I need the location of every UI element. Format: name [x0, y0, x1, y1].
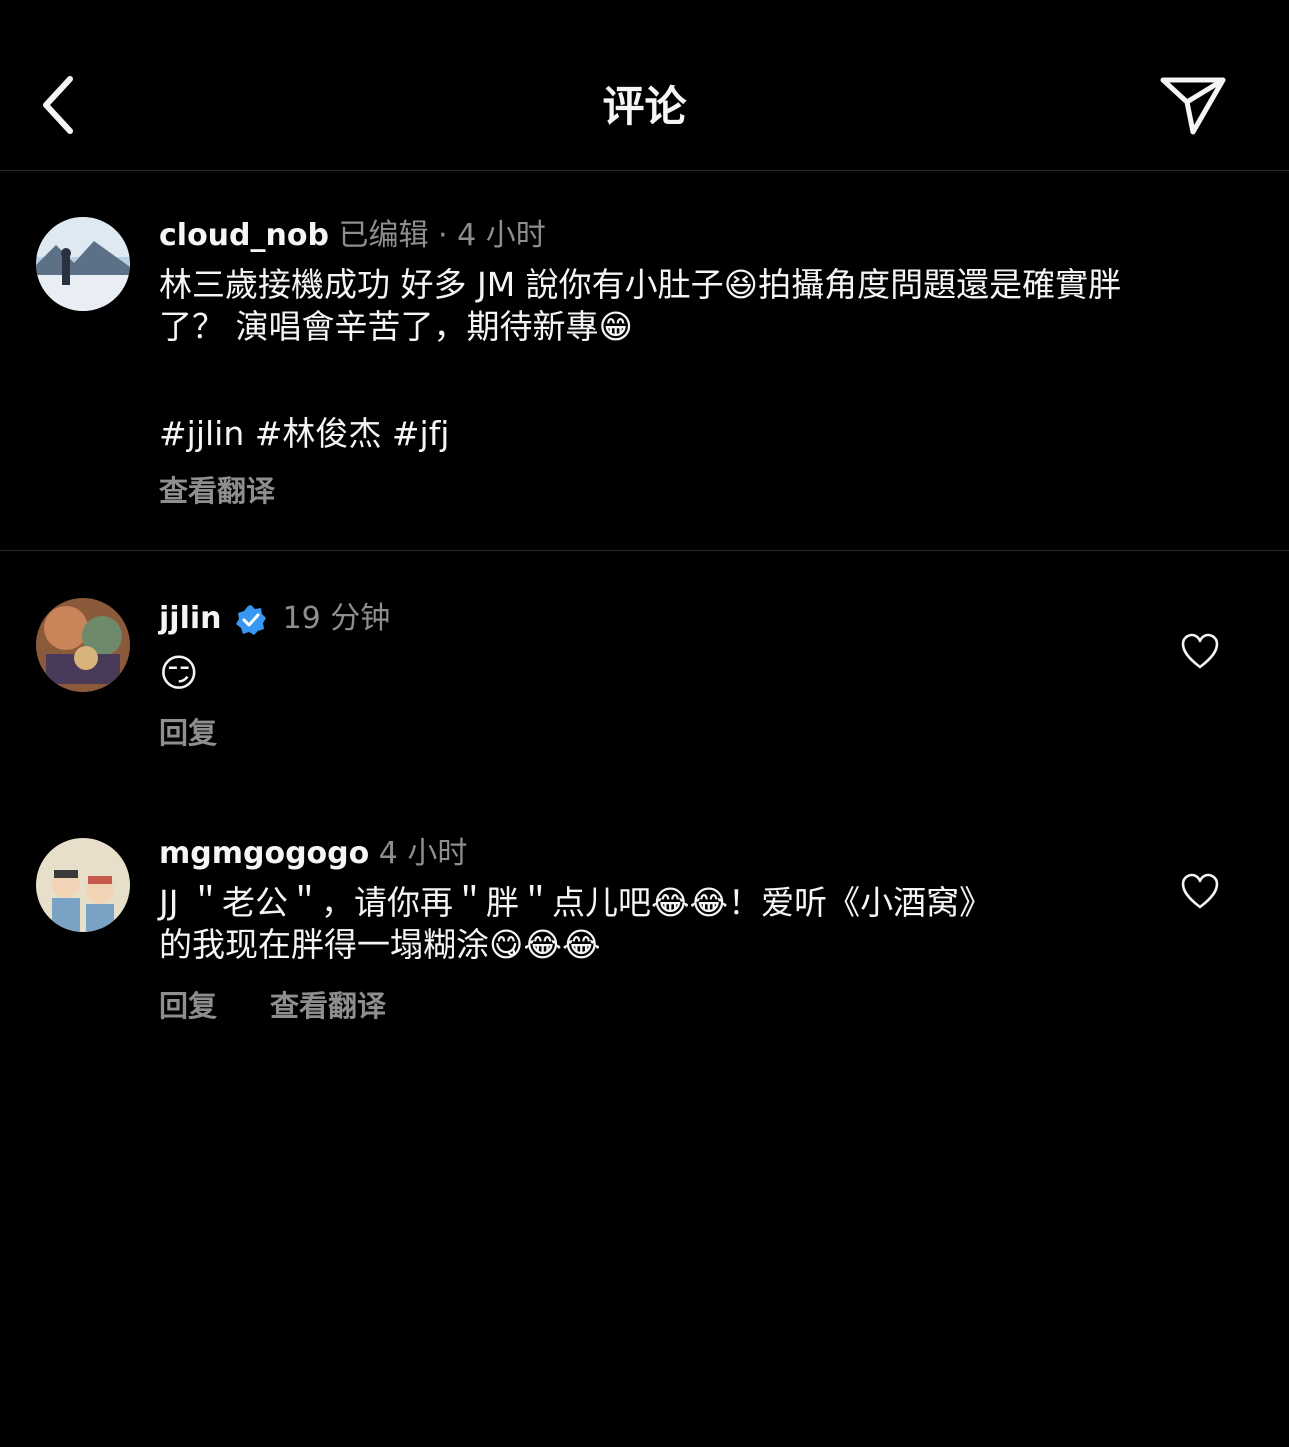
comment-header: jjlin 19 分钟: [159, 600, 390, 638]
comment-text: JJ ＂老公＂，请你再＂胖＂点儿吧😂😂！爱听《小酒窝》 的我现在胖得一塌糊涂😋😂…: [159, 882, 992, 966]
page-title: 评论: [602, 82, 687, 131]
heart-outline-icon[interactable]: [1180, 872, 1220, 912]
timestamp: 19 分钟: [282, 601, 391, 636]
top-bar: 评论: [0, 0, 1289, 171]
comment-line: JJ ＂老公＂，请你再＂胖＂点儿吧😂😂！爱听《小酒窝》: [159, 883, 993, 922]
caption-header: cloud_nob 已编辑 · 4 小时: [159, 217, 546, 255]
username[interactable]: jjlin: [159, 601, 222, 636]
paper-plane-icon: [1160, 77, 1226, 135]
share-button[interactable]: [1154, 70, 1232, 140]
caption-line: 林三歲接機成功 好多 JM 說你有小肚子😆拍攝角度問題還是確實胖: [159, 265, 1122, 304]
caption-text: 林三歲接機成功 好多 JM 說你有小肚子😆拍攝角度問題還是確實胖 了？ 演唱會辛…: [159, 264, 1121, 348]
avatar[interactable]: [36, 838, 130, 932]
see-translation-button[interactable]: 查看翻译: [159, 473, 275, 509]
avatar[interactable]: [36, 598, 130, 692]
reply-button[interactable]: 回复: [159, 715, 217, 751]
avatar[interactable]: [36, 217, 130, 311]
heart-outline-icon[interactable]: [1180, 632, 1220, 672]
edited-label: 已编辑: [338, 218, 429, 253]
hashtags[interactable]: #jjlin #林俊杰 #jfj: [159, 413, 449, 455]
divider: [0, 550, 1289, 551]
verified-badge-icon: [236, 604, 267, 635]
separator: ·: [438, 218, 448, 253]
comment-header: mgmgogogo 4 小时: [159, 835, 467, 873]
comment-line: 的我现在胖得一塌糊涂😋😂😂: [159, 925, 601, 964]
comment-text: 😏: [159, 651, 199, 695]
timestamp: 4 小时: [457, 218, 546, 253]
see-translation-button[interactable]: 查看翻译: [270, 988, 386, 1024]
caption-line: 了？ 演唱會辛苦了，期待新專😁: [159, 307, 633, 346]
username[interactable]: mgmgogogo: [159, 836, 369, 871]
timestamp: 4 小时: [378, 836, 468, 871]
reply-button[interactable]: 回复: [159, 988, 217, 1024]
username[interactable]: cloud_nob: [159, 218, 329, 253]
